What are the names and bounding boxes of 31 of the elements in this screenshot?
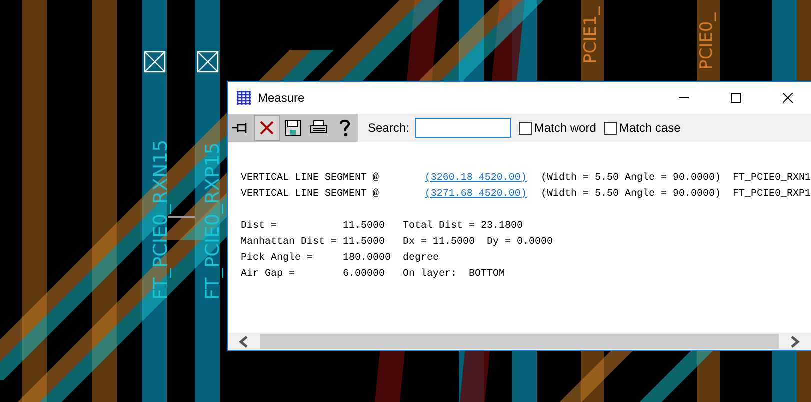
horizontal-scrollbar[interactable] [228,333,811,350]
measure-result: Pick Angle = 180.0000 degree [241,252,440,266]
net-label: PCIE0_ [697,12,717,70]
net-label: FT_PCIE0_RXN15 [150,140,172,300]
match-checkbox[interactable] [604,122,618,134]
measure-result: Manhattan Dist = 11.5000 Dx = 11.5000 Dy = 0.0000 [241,236,554,250]
net-label: PCIE1_ [581,6,601,64]
maximize-icon[interactable] [731,93,741,103]
segment-label: VERTICAL LINE SEGMENT @ [241,188,380,202]
segment-label: VERTICAL LINE SEGMENT @ [241,172,380,186]
match-checkbox[interactable] [519,122,532,134]
close-icon[interactable] [783,93,793,103]
segment-details: (Width = 5.50 Angle = 90.0000) FT_PCIE0_RXN1 [540,172,811,186]
coordinate-link[interactable]: (3260.18 4520.00) [424,171,527,187]
checkbox-label: Match word [534,121,596,135]
measure-result: Air Gap = 6.00000 On layer: BOTTOM [241,268,506,282]
app-icon [236,90,252,106]
via-marker-icon [197,51,219,73]
measure-result: Dist = 11.5000 Total Dist = 23.1800 [241,220,524,234]
checkbox-label: Match case [619,121,681,135]
search-field[interactable] [415,118,512,138]
coordinate-link[interactable]: (3271.68 4520.00) [424,187,527,203]
segment-details: (Width = 5.50 Angle = 90.0000) FT_PCIE0_RXP1 [540,188,811,202]
window-title: Measure [258,91,306,105]
delete-button[interactable] [254,115,280,141]
via-marker-icon [144,51,166,73]
help-icon[interactable] [339,119,351,137]
printer-icon[interactable] [310,120,328,136]
scroll-left-icon[interactable] [239,336,249,348]
scroll-right-icon[interactable] [790,336,800,348]
search-label: Search: [368,121,410,135]
